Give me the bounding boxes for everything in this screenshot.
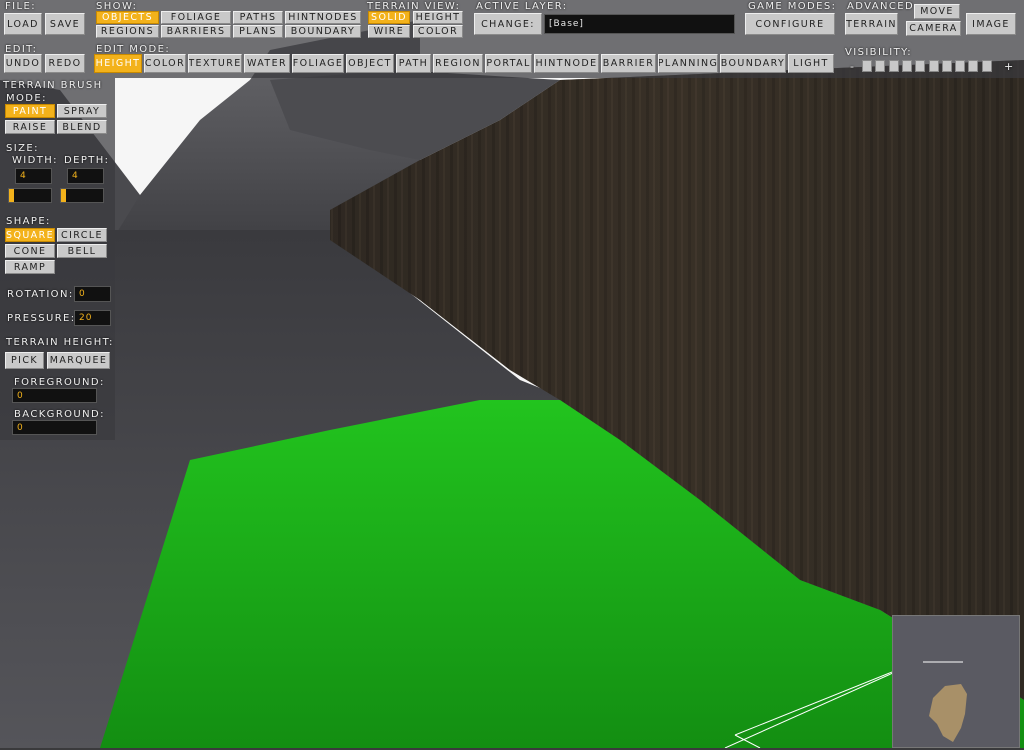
visibility-level-boxes[interactable] (862, 60, 1002, 74)
active-layer-label: Active Layer: (476, 1, 568, 12)
edit-mode-foliage-button[interactable]: Foliage (292, 54, 344, 73)
brush-width-slider[interactable] (8, 188, 52, 203)
edit-mode-water-button[interactable]: Water (244, 54, 290, 73)
brush-spray-button[interactable]: Spray (57, 104, 107, 118)
terrain-viewport[interactable] (0, 0, 1024, 748)
terrain-view-wire-toggle[interactable]: Wire (368, 25, 410, 38)
terrain-brush-title: Terrain Brush (3, 80, 103, 91)
visibility-level-box[interactable] (941, 60, 952, 72)
edit-mode-object-button[interactable]: Object (346, 54, 394, 73)
terrain-height-label: Terrain Height: (6, 337, 114, 348)
background-input[interactable]: 0 (12, 420, 97, 435)
show-foliage-toggle[interactable]: Foliage (161, 11, 231, 24)
brush-raise-button[interactable]: Raise (5, 120, 55, 134)
edit-mode-texture-button[interactable]: Texture (188, 54, 242, 73)
change-layer-button[interactable]: Change: (474, 13, 542, 35)
advanced-label: Advanced (847, 1, 915, 12)
shape-ramp-button[interactable]: Ramp (5, 260, 55, 274)
visibility-level-box[interactable] (915, 60, 926, 72)
foreground-label: Foreground: (14, 377, 105, 388)
edit-mode-portal-button[interactable]: Portal (485, 54, 532, 73)
visibility-level-box[interactable] (862, 60, 872, 72)
brush-depth-slider[interactable] (60, 188, 104, 203)
advanced-image-button[interactable]: Image (966, 13, 1016, 35)
slider-handle[interactable] (9, 189, 14, 202)
file-label: File: (5, 1, 36, 12)
terrain-view-height-toggle[interactable]: Height (413, 11, 463, 24)
show-barriers-toggle[interactable]: Barriers (161, 25, 231, 38)
edit-mode-barrier-button[interactable]: Barrier (601, 54, 656, 73)
edit-mode-path-button[interactable]: Path (396, 54, 431, 73)
terrain-view-color-toggle[interactable]: Color (413, 25, 463, 38)
advanced-move-button[interactable]: Move (914, 4, 960, 19)
brush-width-label: Width: (12, 155, 58, 166)
brush-blend-button[interactable]: Blend (57, 120, 107, 134)
visibility-level-box[interactable] (875, 60, 886, 72)
edit-mode-hintnode-button[interactable]: HintNode (534, 54, 599, 73)
visibility-plus-button[interactable]: + (1004, 60, 1015, 73)
load-button[interactable]: Load (4, 13, 42, 35)
show-objects-toggle[interactable]: Objects (96, 11, 159, 24)
visibility-level-box[interactable] (901, 60, 912, 72)
show-boundary-toggle[interactable]: Boundary (285, 25, 361, 38)
edit-mode-light-button[interactable]: Light (788, 54, 834, 73)
shape-circle-button[interactable]: Circle (57, 228, 107, 242)
show-paths-toggle[interactable]: Paths (233, 11, 283, 24)
minimap[interactable] (892, 615, 1020, 748)
visibility-level-box[interactable] (888, 60, 899, 72)
game-modes-label: Game Modes: (748, 1, 837, 12)
redo-button[interactable]: Redo (45, 54, 85, 73)
brush-paint-button[interactable]: Paint (5, 104, 55, 118)
scene-render (0, 0, 1024, 748)
pressure-input[interactable]: 20 (74, 310, 111, 326)
show-plans-toggle[interactable]: Plans (233, 25, 283, 38)
background-label: Background: (14, 409, 105, 420)
brush-mode-label: Mode: (6, 93, 47, 104)
rotation-input[interactable]: 0 (74, 286, 111, 302)
rotation-label: Rotation: (7, 289, 74, 300)
save-button[interactable]: Save (45, 13, 85, 35)
brush-size-label: Size: (6, 143, 39, 154)
minimap-render (923, 661, 967, 742)
slider-handle[interactable] (61, 189, 66, 202)
shape-square-button[interactable]: Square (5, 228, 55, 242)
edit-mode-planning-button[interactable]: Planning (658, 54, 718, 73)
visibility-minus-button[interactable]: - (850, 60, 855, 73)
undo-button[interactable]: Undo (4, 54, 42, 73)
brush-width-input[interactable]: 4 (15, 168, 52, 184)
advanced-terrain-button[interactable]: Terrain (845, 13, 898, 35)
edit-mode-color-button[interactable]: Color (144, 54, 186, 73)
foreground-input[interactable]: 0 (12, 388, 97, 403)
terrain-view-solid-toggle[interactable]: Solid (368, 11, 410, 24)
advanced-camera-button[interactable]: Camera (906, 21, 961, 36)
visibility-level-box[interactable] (928, 60, 939, 72)
visibility-level-box[interactable] (968, 60, 979, 72)
height-marquee-button[interactable]: Marquee (47, 352, 110, 369)
edit-mode-height-button[interactable]: Height (94, 54, 142, 73)
visibility-label: Visibility: (845, 47, 913, 58)
pressure-label: Pressure: (7, 313, 76, 324)
shape-cone-button[interactable]: Cone (5, 244, 55, 258)
visibility-level-box[interactable] (981, 60, 992, 72)
brush-depth-input[interactable]: 4 (67, 168, 104, 184)
edit-mode-region-button[interactable]: Region (433, 54, 483, 73)
shape-bell-button[interactable]: Bell (57, 244, 107, 258)
active-layer-field[interactable]: [Base] (544, 14, 735, 34)
brush-depth-label: Depth: (64, 155, 110, 166)
configure-button[interactable]: Configure (745, 13, 835, 35)
edit-mode-boundary-button[interactable]: Boundary (720, 54, 786, 73)
visibility-level-box[interactable] (955, 60, 966, 72)
brush-shape-label: Shape: (6, 216, 51, 227)
show-hintnodes-toggle[interactable]: HintNodes (285, 11, 361, 24)
show-regions-toggle[interactable]: Regions (96, 25, 159, 38)
height-pick-button[interactable]: Pick (5, 352, 44, 369)
